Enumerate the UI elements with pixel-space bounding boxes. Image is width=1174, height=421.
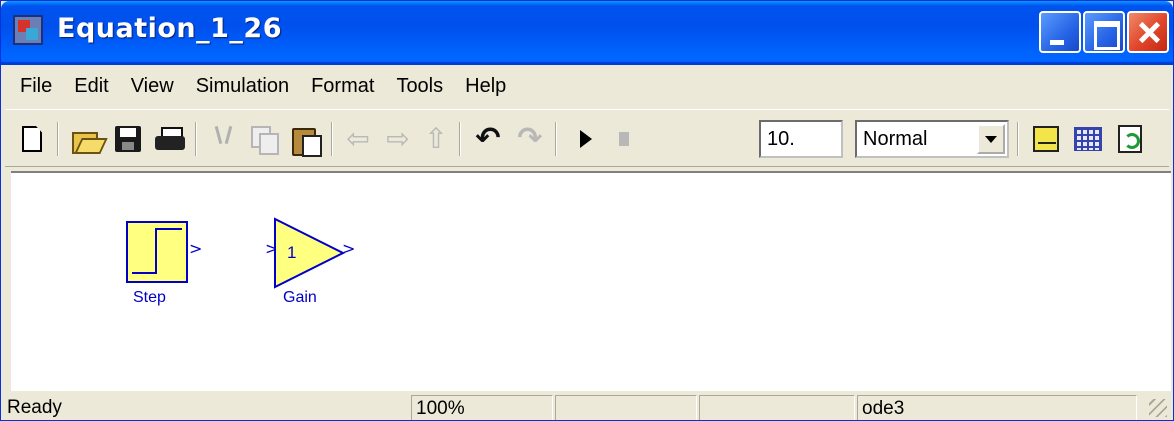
step-block[interactable]: [126, 221, 188, 283]
toolbar-separator: [57, 122, 59, 156]
back-icon: ⇦: [346, 122, 370, 155]
open-button[interactable]: [67, 120, 105, 158]
gain-block-value: 1: [287, 243, 297, 262]
maximize-button[interactable]: [1083, 11, 1125, 53]
redo-icon: ↷: [517, 121, 543, 156]
step-block-icon: [132, 228, 182, 274]
model-browser-button[interactable]: [1069, 120, 1107, 158]
undo-icon: ↶: [475, 121, 501, 156]
status-bar: Ready 100% ode3: [1, 393, 1173, 420]
gain-block[interactable]: 1: [273, 217, 346, 289]
paste-icon: [292, 125, 322, 157]
menu-tools[interactable]: Tools: [385, 71, 454, 102]
model-canvas[interactable]: > Step > 1 > Gain: [11, 171, 1171, 391]
stop-simulation-button[interactable]: [605, 120, 643, 158]
menu-file[interactable]: File: [9, 71, 63, 102]
new-model-button[interactable]: [13, 120, 51, 158]
simulink-app-icon[interactable]: [13, 15, 43, 45]
menu-format[interactable]: Format: [300, 71, 385, 102]
save-icon: [115, 126, 141, 152]
up-button[interactable]: ⇧: [417, 120, 455, 158]
solver-name: ode3: [857, 395, 1137, 420]
library-browser-button[interactable]: [1027, 120, 1065, 158]
toolbar-separator: [195, 122, 197, 156]
simulation-mode-value: Normal: [863, 128, 928, 150]
toolbar: ⇦ ⇨ ⇧ ↶ ↷ 10. Normal: [5, 109, 1169, 167]
menu-simulation[interactable]: Simulation: [185, 71, 300, 102]
start-simulation-icon: [580, 130, 592, 148]
redo-button[interactable]: ↷: [511, 120, 549, 158]
save-button[interactable]: [109, 120, 147, 158]
status-field-empty-2: [699, 395, 855, 420]
stop-simulation-icon: [619, 132, 629, 146]
toolbar-separator: [1017, 122, 1019, 156]
undo-button[interactable]: ↶: [469, 120, 507, 158]
title-bar[interactable]: Equation_1_26: [1, 1, 1173, 65]
gain-block-icon: [274, 217, 346, 289]
status-text: Ready: [7, 397, 62, 418]
toolbar-separator: [459, 122, 461, 156]
back-button[interactable]: ⇦: [339, 120, 377, 158]
menu-help[interactable]: Help: [454, 71, 517, 102]
menu-view[interactable]: View: [120, 71, 185, 102]
update-diagram-icon: [1118, 125, 1142, 153]
up-icon: ⇧: [424, 122, 448, 155]
toolbar-separator: [555, 122, 557, 156]
new-model-icon: [22, 126, 42, 152]
step-output-port[interactable]: >: [189, 239, 202, 258]
close-button[interactable]: [1127, 11, 1169, 53]
print-button[interactable]: [151, 120, 189, 158]
status-field-empty-1: [555, 395, 697, 420]
stop-time-input[interactable]: 10.: [759, 120, 843, 158]
gain-block-label[interactable]: Gain: [283, 289, 317, 307]
toolbar-separator: [331, 122, 333, 156]
menu-bar: File Edit View Simulation Format Tools H…: [5, 67, 1169, 105]
cut-button[interactable]: [205, 120, 243, 158]
chevron-down-icon[interactable]: [977, 124, 1005, 154]
window-title: Equation_1_26: [57, 13, 283, 44]
simulink-model-window: Equation_1_26 File Edit View Simulation …: [0, 0, 1174, 421]
model-browser-icon: [1074, 127, 1102, 151]
print-icon: [155, 127, 185, 151]
start-simulation-button[interactable]: [567, 120, 605, 158]
menu-edit[interactable]: Edit: [63, 71, 119, 102]
minimize-button[interactable]: [1039, 11, 1081, 53]
gain-output-port[interactable]: >: [342, 239, 355, 258]
paste-button[interactable]: [287, 120, 325, 158]
open-icon: [72, 128, 100, 154]
library-browser-icon: [1033, 126, 1059, 152]
zoom-level: 100%: [411, 395, 553, 420]
simulation-mode-select[interactable]: Normal: [855, 120, 1009, 158]
cut-icon: [213, 126, 235, 152]
step-block-label[interactable]: Step: [133, 289, 166, 307]
forward-icon: ⇨: [386, 122, 410, 155]
copy-icon: [251, 126, 279, 155]
copy-button[interactable]: [245, 120, 283, 158]
resize-grip-icon[interactable]: [1149, 399, 1167, 417]
forward-button[interactable]: ⇨: [379, 120, 417, 158]
update-diagram-button[interactable]: [1111, 120, 1149, 158]
